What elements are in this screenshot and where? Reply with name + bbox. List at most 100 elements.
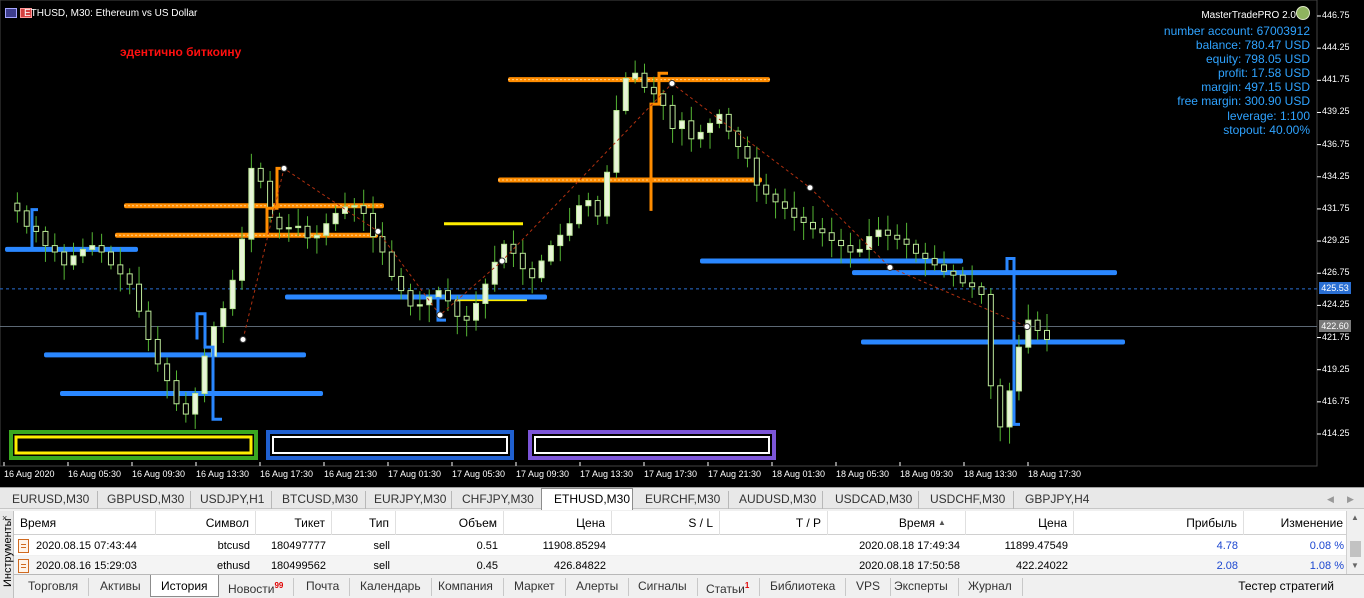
tab-library[interactable]: Библиотека [760,578,847,596]
bull-candle [351,205,358,208]
tab-usdjpy[interactable]: USDJPY,H1 [188,491,272,509]
cell-symbol: btcusd [217,540,250,552]
bear-candle [950,270,957,276]
cell-close-time: 2020.08.18 17:50:58 [859,560,960,572]
tab-chfjpy[interactable]: CHFJPY,M30 [450,491,542,509]
tab-journal[interactable]: Журнал [958,578,1023,596]
tab-gbpusd[interactable]: GBPUSD,M30 [95,491,191,509]
price-label: 416.75 [1322,395,1350,406]
bull-candle [866,236,873,250]
support-level [285,294,547,300]
tab-usdcad[interactable]: USDCAD,M30 [823,491,919,509]
tab-trade[interactable]: Торговля [18,578,90,596]
symbol-tabs: EURUSD,M30 GBPUSD,M30 USDJPY,H1 BTCUSD,M… [0,487,1364,510]
time-label: 16 Aug 17:30 [260,469,314,479]
support-level [5,246,138,252]
bear-candle [388,251,395,277]
time-label: 16 Aug 21:30 [324,469,378,479]
bull-candle [239,238,246,281]
col-open-time[interactable]: Время [14,511,156,535]
col-close-price[interactable]: Цена [966,511,1074,535]
tab-btcusd[interactable]: BTCUSD,M30 [270,491,366,509]
bear-candle [809,221,816,230]
price-label: 431.75 [1322,202,1350,213]
table-scrollbar[interactable]: ▲ ▼ [1346,511,1364,577]
tab-company[interactable]: Компания [428,578,504,596]
chart-title: ETHUSD, M30: Ethereum vs US Dollar [24,8,198,19]
bear-candle [781,201,788,209]
price-label: 439.25 [1322,106,1350,117]
strategy-tester-button[interactable]: Тестер стратегий [1238,578,1334,594]
bear-candle [154,338,161,365]
tab-signals[interactable]: Сигналы [628,578,698,596]
bull-candle [332,212,339,225]
tab-calendar[interactable]: Календарь [350,578,432,596]
tab-articles[interactable]: Статьи1 [696,578,761,596]
table-row[interactable]: 2020.08.16 15:29:03 ethusd 180499562 sel… [14,556,1350,576]
col-tp[interactable]: T / P [720,511,828,535]
scroll-up-icon[interactable]: ▲ [1351,513,1359,522]
tab-mail[interactable]: Почта [296,578,351,596]
bear-candle [164,363,171,382]
tab-eurchf[interactable]: EURCHF,M30 [633,491,729,509]
support-level [852,270,1117,276]
cell-change: 1.08 % [1309,560,1344,572]
col-sl[interactable]: S / L [612,511,720,535]
bear-candle [912,243,919,254]
col-ticket[interactable]: Тикет [256,511,332,535]
tab-scroll-left-icon[interactable]: ◀ [1327,494,1337,504]
tab-news-label: Новости [228,582,275,596]
time-label: 18 Aug 13:30 [964,469,1018,479]
price-label: 436.75 [1322,138,1350,149]
col-change[interactable]: Изменение [1244,511,1350,535]
bear-candle [1034,319,1041,331]
bear-candle [98,245,105,253]
tab-ethusd[interactable]: ETHUSD,M30 [541,488,633,510]
bear-candle [884,229,891,236]
tab-eurusd[interactable]: EURUSD,M30 [0,491,98,509]
scrollbar-thumb[interactable] [1350,541,1361,557]
bear-candle [407,290,414,307]
time-label: 18 Aug 05:30 [836,469,890,479]
tab-experts[interactable]: Эксперты [884,578,959,596]
trade-marker [498,257,506,265]
tab-audusd[interactable]: AUDUSD,M30 [727,491,823,509]
chart-menu-icon[interactable] [5,8,17,18]
history-table-header: Время Символ Тикет Тип Объем Цена S / L … [14,511,1350,535]
bull-candle [323,223,330,236]
scroll-down-icon[interactable]: ▼ [1351,561,1359,570]
bear-candle [33,225,40,232]
chart-canvas[interactable] [0,0,1364,487]
col-open-price[interactable]: Цена [504,511,612,535]
price-label: 424.25 [1322,299,1350,310]
tab-history[interactable]: История [150,575,219,597]
chart-note: эдентично биткоину [120,45,242,59]
terminal-side-label: Инструменты [2,518,14,587]
tab-gbpjpy[interactable]: GBPJPY,H4 [1013,491,1103,509]
col-profit[interactable]: Прибыль [1074,511,1244,535]
bear-candle [182,403,189,415]
col-type[interactable]: Тип [332,511,396,535]
time-label: 17 Aug 17:30 [644,469,698,479]
tab-assets[interactable]: Активы [90,578,152,596]
tab-scroll-right-icon[interactable]: ▶ [1347,494,1357,504]
tab-news[interactable]: Новости99 [218,578,295,596]
expert-smiley-icon[interactable] [1296,6,1310,20]
bull-candle [566,223,573,236]
tab-usdchf[interactable]: USDCHF,M30 [918,491,1014,509]
tab-market[interactable]: Маркет [504,578,566,596]
bear-candle [107,251,114,266]
tab-eurjpy[interactable]: EURJPY,M30 [362,491,452,509]
sort-asc-icon[interactable]: ▲ [938,511,952,535]
account-balance: balance: 780.47 USD [1195,38,1310,53]
table-row[interactable]: 2020.08.15 07:43:44 btcusd 180497777 sel… [14,536,1350,556]
price-label: 434.25 [1322,170,1350,181]
document-icon [18,539,29,553]
col-volume[interactable]: Объем [396,511,504,535]
tab-alerts[interactable]: Алерты [566,578,630,596]
bull-candle [575,205,582,225]
col-symbol[interactable]: Символ [156,511,256,535]
price-chart[interactable]: ETHUSD, M30: Ethereum vs US Dollar эдент… [0,0,1364,487]
cell-type: sell [373,540,390,552]
account-panel: number account: 67003912 balance: 780.47… [1164,24,1310,137]
